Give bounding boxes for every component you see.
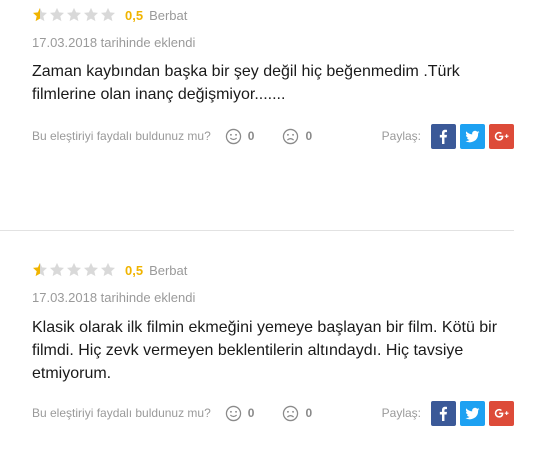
star-rating (32, 7, 116, 23)
google-plus-icon (494, 408, 509, 418)
google-plus-icon (494, 131, 509, 141)
helpful-question: Bu eleştiriyi faydalı buldunuz mu? (32, 129, 211, 143)
review-text: Zaman kaybından başka bir şey değil hiç … (32, 63, 460, 103)
star-rating (32, 262, 116, 278)
facebook-share-button[interactable] (431, 400, 456, 426)
googleplus-share-button[interactable] (489, 123, 514, 149)
downvote-count: 0 (305, 406, 313, 420)
upvote-count: 0 (247, 406, 255, 420)
twitter-share-button[interactable] (460, 123, 485, 149)
smile-icon (225, 405, 241, 421)
upvote-count: 0 (247, 129, 255, 143)
review-date: 17.03.2018 tarihinde eklendi (32, 290, 196, 305)
twitter-share-button[interactable] (460, 400, 485, 426)
star-icon (33, 262, 47, 277)
smile-icon (225, 128, 241, 144)
feedback-row: Bu eleştiriyi faydalı buldunuz mu? 0 0 P… (32, 123, 514, 149)
upvote-button[interactable]: 0 (225, 128, 255, 145)
rating-row: 0,5 Berbat (32, 259, 187, 281)
review-text: Klasik olarak ilk filmin ekmeğini yemeye… (32, 319, 498, 382)
star-outline-icon (67, 7, 81, 22)
star-outline-icon (84, 7, 98, 22)
upvote-button[interactable]: 0 (225, 405, 255, 422)
helpful-question: Bu eleştiriyi faydalı buldunuz mu? (32, 406, 211, 420)
rating-value: 0,5 (125, 7, 144, 23)
frown-icon (283, 128, 299, 144)
downvote-button[interactable]: 0 (282, 128, 312, 145)
rating-label: Berbat (149, 7, 188, 23)
review-divider (0, 230, 514, 231)
star-outline-icon (50, 7, 64, 22)
star-icon (33, 7, 47, 22)
facebook-icon (439, 129, 447, 144)
share-label: Paylaş: (381, 129, 421, 143)
twitter-icon (465, 407, 480, 419)
rating-value: 0,5 (125, 262, 144, 278)
twitter-icon (465, 130, 480, 142)
rating-row: 0,5 Berbat (32, 4, 187, 26)
frown-icon (283, 405, 299, 421)
review-date: 17.03.2018 tarihinde eklendi (32, 35, 196, 50)
star-outline-icon (101, 7, 115, 22)
facebook-share-button[interactable] (431, 123, 456, 149)
feedback-row: Bu eleştiriyi faydalı buldunuz mu? 0 0 P… (32, 400, 514, 426)
star-outline-icon (50, 262, 64, 277)
star-outline-icon (84, 262, 98, 277)
downvote-button[interactable]: 0 (282, 405, 312, 422)
share-label: Paylaş: (381, 406, 421, 420)
facebook-icon (439, 406, 447, 421)
star-outline-icon (101, 262, 115, 277)
star-outline-icon (67, 262, 81, 277)
googleplus-share-button[interactable] (489, 400, 514, 426)
rating-label: Berbat (149, 262, 188, 278)
downvote-count: 0 (305, 129, 313, 143)
